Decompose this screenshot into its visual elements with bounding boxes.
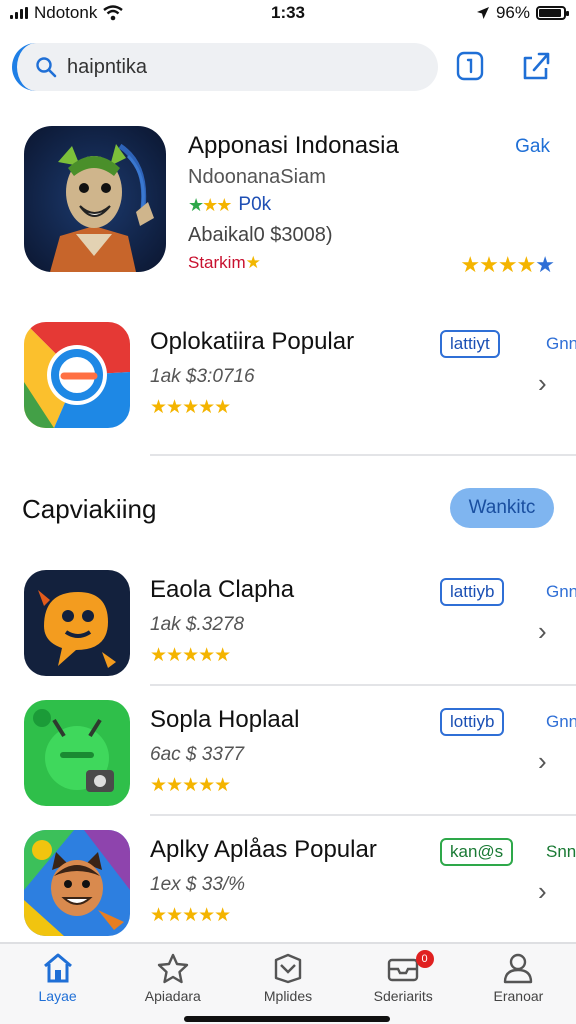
home-icon	[43, 953, 72, 983]
divider	[150, 454, 576, 456]
notification-badge: 0	[415, 950, 434, 968]
app-name: Aplky Aplåas Popular	[150, 836, 377, 863]
featured-app-icon	[24, 126, 166, 272]
featured-rating-count: P0k	[238, 194, 272, 215]
divider	[150, 684, 576, 686]
badge-star-icon: ★	[245, 253, 261, 272]
tab-games[interactable]: Mplides	[230, 944, 345, 1024]
app-name: Eaola Clapha	[150, 576, 295, 603]
tab-apps[interactable]: Apiadara	[115, 944, 230, 1024]
search-input[interactable]	[67, 55, 387, 79]
tab-today[interactable]: Layae	[0, 944, 115, 1024]
app-row[interactable]: Sopla Hoplaal 6ac $ 3377 ★★★★★ lottiyb G…	[24, 700, 576, 816]
app-name: Sopla Hoplaal	[150, 706, 300, 733]
featured-app-subtitle: NdoonanaSiam	[188, 166, 326, 188]
app-action-side-label: Gnn	[546, 582, 576, 601]
status-right: 96%	[366, 3, 569, 23]
refresh-icon	[456, 51, 484, 81]
search-icon	[36, 57, 57, 78]
featured-app-price: Abaikal0 $3008)	[188, 224, 333, 246]
section-action-button[interactable]: Wankitc	[450, 488, 554, 528]
app-action-button[interactable]: lattiyb	[440, 578, 505, 606]
chevron-right-icon[interactable]: ›	[538, 876, 547, 907]
status-left: Ndotonk	[10, 3, 210, 23]
app-row[interactable]: Aplky Aplåas Popular 1ex $ 33/% ★★★★★ ka…	[24, 830, 576, 946]
carrier-name: Ndotonk	[34, 3, 98, 22]
app-action-side-label: Gnn	[546, 712, 576, 731]
tab-label: Apiadara	[144, 988, 201, 1004]
share-button[interactable]	[518, 48, 554, 84]
section-title: Capviakiing	[22, 494, 157, 524]
location-arrow-icon	[476, 7, 489, 19]
app-row[interactable]: Eaola Clapha 1ak $.3278 ★★★★★ lattiyb Gn…	[24, 570, 576, 686]
app-action-side-label: Snn	[546, 842, 576, 861]
tab-label: Mplides	[263, 988, 313, 1004]
app-rating-stars: ★★★★★	[150, 397, 231, 418]
clock: 1:33	[270, 3, 306, 22]
tab-updates[interactable]: 0 Sderiarits	[346, 944, 461, 1024]
app-action-side-label: Gnn	[546, 334, 576, 353]
app-action-button[interactable]: lattiyt	[440, 330, 500, 358]
featured-badge-text: Starkim	[188, 253, 246, 272]
home-indicator[interactable]	[184, 1016, 390, 1022]
layers-icon	[274, 953, 302, 984]
history-button[interactable]	[452, 48, 488, 84]
tab-label: Sderiarits	[373, 988, 433, 1004]
cartoon-face-icon	[24, 830, 130, 936]
featured-app-title: Apponasi Indonasia	[188, 132, 399, 159]
app-price: 1ak $3:0716	[150, 366, 255, 387]
chevron-right-icon[interactable]: ›	[538, 746, 547, 777]
divider	[150, 814, 576, 816]
featured-rating-row: ★★★ P0k	[188, 194, 271, 216]
featured-rating-stars: ★★★★★	[460, 252, 555, 277]
featured-app-card[interactable]: Apponasi Indonasia Gak NdoonanaSiam ★★★ …	[24, 126, 564, 277]
star-icon	[157, 953, 188, 984]
tab-label: Layae	[38, 988, 77, 1004]
chevron-right-icon[interactable]: ›	[538, 616, 547, 647]
search-row	[12, 42, 564, 92]
battery-icon	[536, 6, 569, 20]
tab-account[interactable]: Eranoar	[461, 944, 576, 1024]
search-bar[interactable]	[12, 43, 438, 91]
app-row[interactable]: Oplokatiira Popular 1ak $3:0716 ★★★★★ la…	[24, 322, 576, 438]
tab-label: Eranoar	[493, 988, 544, 1004]
featured-small-stars: ★★★	[188, 194, 232, 215]
app-action-button[interactable]: lottiyb	[440, 708, 505, 736]
app-rating-stars: ★★★★★	[150, 905, 231, 926]
app-price: 1ak $.3278	[150, 614, 245, 635]
battery-percent: 96%	[495, 3, 530, 22]
tab-bar: Layae Apiadara Mplides 0 Sderiarits Eran…	[0, 942, 576, 1024]
status-bar: Ndotonk 1:33 96%	[0, 0, 576, 26]
share-icon	[523, 52, 550, 80]
chevron-right-icon[interactable]: ›	[538, 368, 547, 399]
app-rating-stars: ★★★★★	[150, 775, 231, 796]
green-robot-icon	[24, 700, 130, 806]
signal-icon	[10, 7, 28, 19]
app-price: 6ac $ 3377	[150, 744, 245, 765]
wifi-icon	[103, 5, 124, 21]
chat-bubble-icon	[24, 570, 130, 676]
featured-get-button[interactable]: Gak	[515, 136, 550, 158]
chrome-like-icon	[24, 322, 130, 428]
app-rating-stars: ★★★★★	[150, 645, 231, 666]
app-price: 1ex $ 33/%	[150, 874, 246, 895]
app-action-button[interactable]: kan@s	[440, 838, 514, 866]
app-name: Oplokatiira Popular	[150, 328, 355, 355]
featured-badge: Starkim★	[188, 253, 261, 273]
person-icon	[504, 953, 533, 984]
